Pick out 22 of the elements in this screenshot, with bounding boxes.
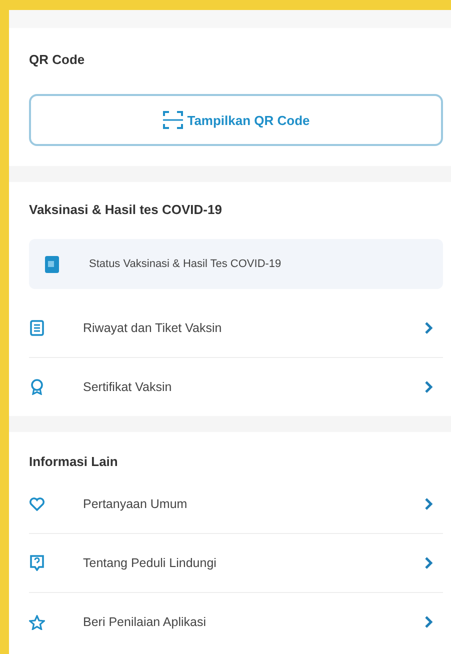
menu-item[interactable]: Riwayat dan Tiket Vaksin xyxy=(29,299,443,358)
section-heading: QR Code xyxy=(29,52,86,67)
document-icon xyxy=(29,320,45,336)
scan-icon xyxy=(162,110,184,130)
section-heading: Vaksinasi & Hasil tes COVID-19 xyxy=(29,202,223,217)
chevron-right-icon xyxy=(424,497,433,511)
chevron-right-icon xyxy=(424,556,433,570)
section-heading: Informasi Lain xyxy=(29,454,119,469)
star-icon xyxy=(29,614,45,630)
menu-item[interactable]: Pertanyaan Umum xyxy=(29,475,443,534)
vaccine-status-card[interactable]: Status Vaksinasi & Hasil Tes COVID-19 xyxy=(29,239,443,289)
menu-item[interactable]: Beri Penilaian Aplikasi xyxy=(29,593,443,651)
chevron-right-icon xyxy=(424,321,433,335)
chevron-right-icon xyxy=(424,380,433,394)
heart-icon xyxy=(29,497,45,511)
chevron-right-icon xyxy=(424,615,433,629)
menu-item[interactable]: Sertifikat Vaksin xyxy=(29,358,443,416)
id-card-icon xyxy=(45,256,59,272)
badge-icon xyxy=(29,379,45,395)
help-icon xyxy=(29,555,45,571)
show-qr-button[interactable]: Tampilkan QR Code xyxy=(29,94,443,146)
menu-item[interactable]: Tentang Peduli Lindungi xyxy=(29,534,443,593)
